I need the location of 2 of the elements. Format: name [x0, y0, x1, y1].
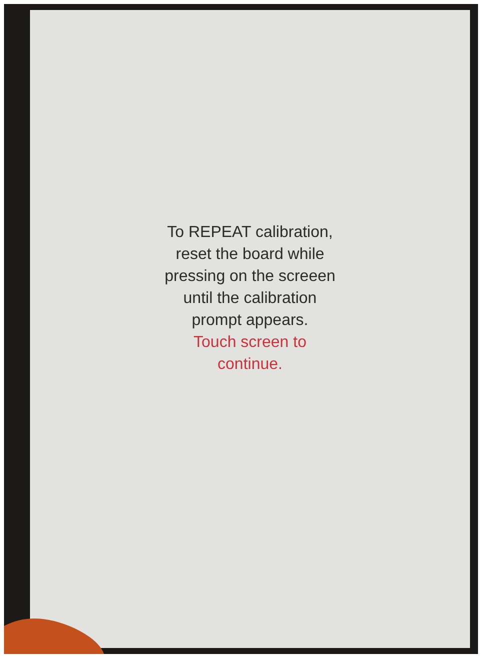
- continue-prompt: Touch screen to continue.: [194, 333, 306, 375]
- calibration-instruction: To REPEAT calibration, reset the board while pressing on the screeen until the calibration prompt appears.: [164, 223, 336, 331]
